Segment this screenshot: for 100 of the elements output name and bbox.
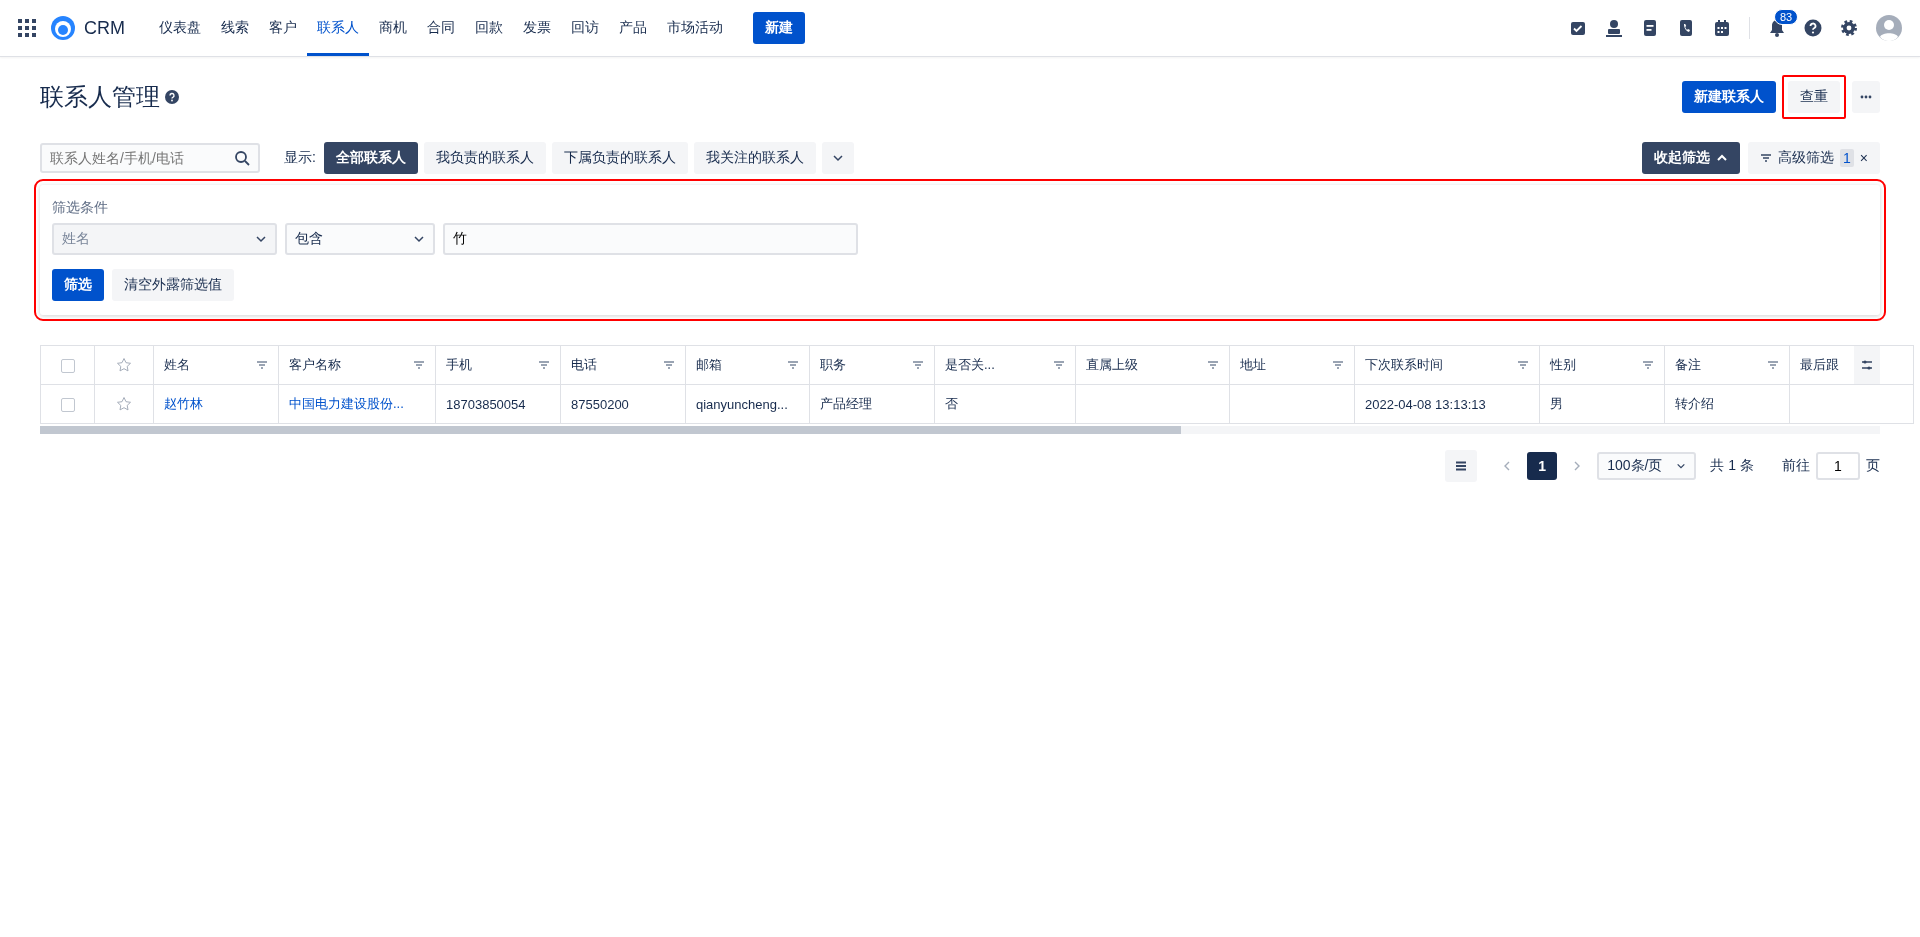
calendar-icon[interactable] [1713, 19, 1731, 37]
column-header[interactable]: 最后跟 [1800, 356, 1839, 374]
document-icon[interactable] [1641, 19, 1659, 37]
more-views-button[interactable] [821, 142, 854, 174]
table-cell: qianyuncheng... [696, 396, 788, 412]
total-count: 共 1 条 [1710, 457, 1754, 475]
column-header[interactable]: 地址 [1240, 356, 1266, 374]
view-tab[interactable]: 下属负责的联系人 [551, 142, 688, 174]
caret-icon [1676, 461, 1687, 471]
filter-icon[interactable] [1642, 359, 1654, 371]
filter-icon [1760, 152, 1772, 164]
column-header[interactable]: 手机 [446, 356, 472, 374]
table-cell: 男 [1550, 396, 1563, 411]
page-button[interactable]: 1 [1527, 452, 1558, 480]
column-header[interactable]: 备注 [1675, 356, 1701, 374]
table-cell: 2022-04-08 13:13:13 [1365, 396, 1486, 412]
row-checkbox[interactable] [60, 397, 75, 412]
select-all-checkbox[interactable] [60, 358, 75, 373]
view-tab[interactable]: 我负责的联系人 [423, 142, 546, 174]
nav-tab[interactable]: 回款 [465, 0, 513, 56]
column-header[interactable]: 姓名 [164, 356, 190, 374]
dedupe-button[interactable]: 查重 [1788, 81, 1840, 113]
more-button[interactable] [1852, 81, 1880, 113]
star-icon[interactable] [116, 357, 132, 374]
notification-badge: 83 [1774, 9, 1799, 25]
nav-tab[interactable]: 联系人 [307, 0, 369, 56]
filter-count-badge: 1 [1840, 149, 1854, 167]
advanced-filter-button[interactable]: 高级筛选 1 × [1748, 142, 1880, 174]
nav-tab[interactable]: 商机 [369, 0, 417, 56]
view-tab[interactable]: 全部联系人 [323, 142, 418, 174]
search-field[interactable]: 联系人姓名/手机/电话 [40, 143, 260, 173]
logo-icon [50, 15, 76, 41]
column-header[interactable]: 电话 [571, 356, 597, 374]
page-input[interactable]: 1 [1816, 452, 1860, 480]
phone-book-icon[interactable] [1677, 19, 1695, 37]
operator-select[interactable]: 包含 [285, 223, 435, 255]
value-field[interactable]: 竹 [443, 223, 858, 255]
caret-icon [831, 152, 844, 164]
goto-label: 前往 [1782, 457, 1810, 475]
new-button[interactable]: 新建 [753, 12, 805, 44]
list-view-button[interactable] [1445, 450, 1478, 482]
settings-icon[interactable] [1840, 19, 1858, 37]
filter-icon[interactable] [1207, 359, 1219, 371]
apps-grid-icon[interactable] [18, 19, 36, 37]
filter-icon[interactable] [1053, 359, 1065, 371]
scrollbar-thumb[interactable] [40, 426, 1181, 434]
column-header[interactable]: 邮箱 [696, 356, 722, 374]
column-header[interactable]: 是否关... [945, 356, 995, 374]
filter-icon[interactable] [413, 359, 425, 371]
sliders-icon [1861, 359, 1873, 371]
collapse-filter-button[interactable]: 收起筛选 [1642, 142, 1740, 174]
new-contact-button[interactable]: 新建联系人 [1682, 81, 1776, 113]
nav-tab[interactable]: 合同 [417, 0, 465, 56]
star-icon[interactable] [116, 396, 132, 413]
column-header[interactable]: 下次联系时间 [1365, 356, 1443, 374]
field-select[interactable]: 姓名 [52, 223, 277, 255]
column-header[interactable]: 客户名称 [289, 356, 341, 374]
show-label: 显示: [284, 149, 316, 167]
table-cell: 产品经理 [820, 396, 872, 411]
calendar-check-icon[interactable] [1569, 19, 1587, 37]
nav-tab[interactable]: 仪表盘 [149, 0, 211, 56]
help-icon[interactable] [1804, 19, 1822, 37]
nav-tab[interactable]: 回访 [561, 0, 609, 56]
clear-filter-icon[interactable]: × [1859, 150, 1868, 166]
filter-icon[interactable] [1332, 359, 1344, 371]
page-title: 联系人管理 [40, 82, 160, 112]
nav-tab[interactable]: 产品 [609, 0, 657, 56]
search-icon [234, 150, 250, 166]
filter-icon[interactable] [787, 359, 799, 371]
column-header[interactable]: 职务 [820, 356, 846, 374]
scrollbar-track[interactable] [40, 426, 1880, 434]
list-icon [1455, 460, 1468, 472]
nav-tab[interactable]: 客户 [259, 0, 307, 56]
caret-icon [255, 233, 267, 245]
filter-icon[interactable] [1767, 359, 1779, 371]
clear-filter-button[interactable]: 清空外露筛选值 [112, 269, 234, 301]
column-settings-button[interactable] [1854, 346, 1880, 384]
person-icon[interactable] [1605, 19, 1623, 37]
filter-icon[interactable] [663, 359, 675, 371]
filter-icon[interactable] [912, 359, 924, 371]
filter-icon[interactable] [256, 359, 268, 371]
view-tab[interactable]: 我关注的联系人 [693, 142, 816, 174]
nav-tab[interactable]: 线索 [211, 0, 259, 56]
avatar-icon[interactable] [1876, 15, 1902, 41]
table-cell: 18703850054 [446, 396, 526, 412]
page-size-select[interactable]: 100条/页 [1597, 452, 1697, 480]
help-icon[interactable] [165, 90, 179, 104]
nav-tab[interactable]: 市场活动 [657, 0, 733, 56]
nav-tab[interactable]: 发票 [513, 0, 561, 56]
filter-icon[interactable] [1517, 359, 1529, 371]
filter-icon[interactable] [538, 359, 550, 371]
column-header[interactable]: 直属上级 [1086, 356, 1138, 374]
table-link[interactable]: 赵竹林 [164, 396, 203, 411]
column-header[interactable]: 性别 [1550, 356, 1576, 374]
table-cell: 否 [945, 396, 958, 411]
table-cell: 87550200 [571, 396, 629, 412]
apply-filter-button[interactable]: 筛选 [52, 269, 104, 301]
page-suffix: 页 [1866, 457, 1880, 475]
filter-title: 筛选条件 [52, 199, 109, 217]
caret-icon [413, 233, 425, 245]
